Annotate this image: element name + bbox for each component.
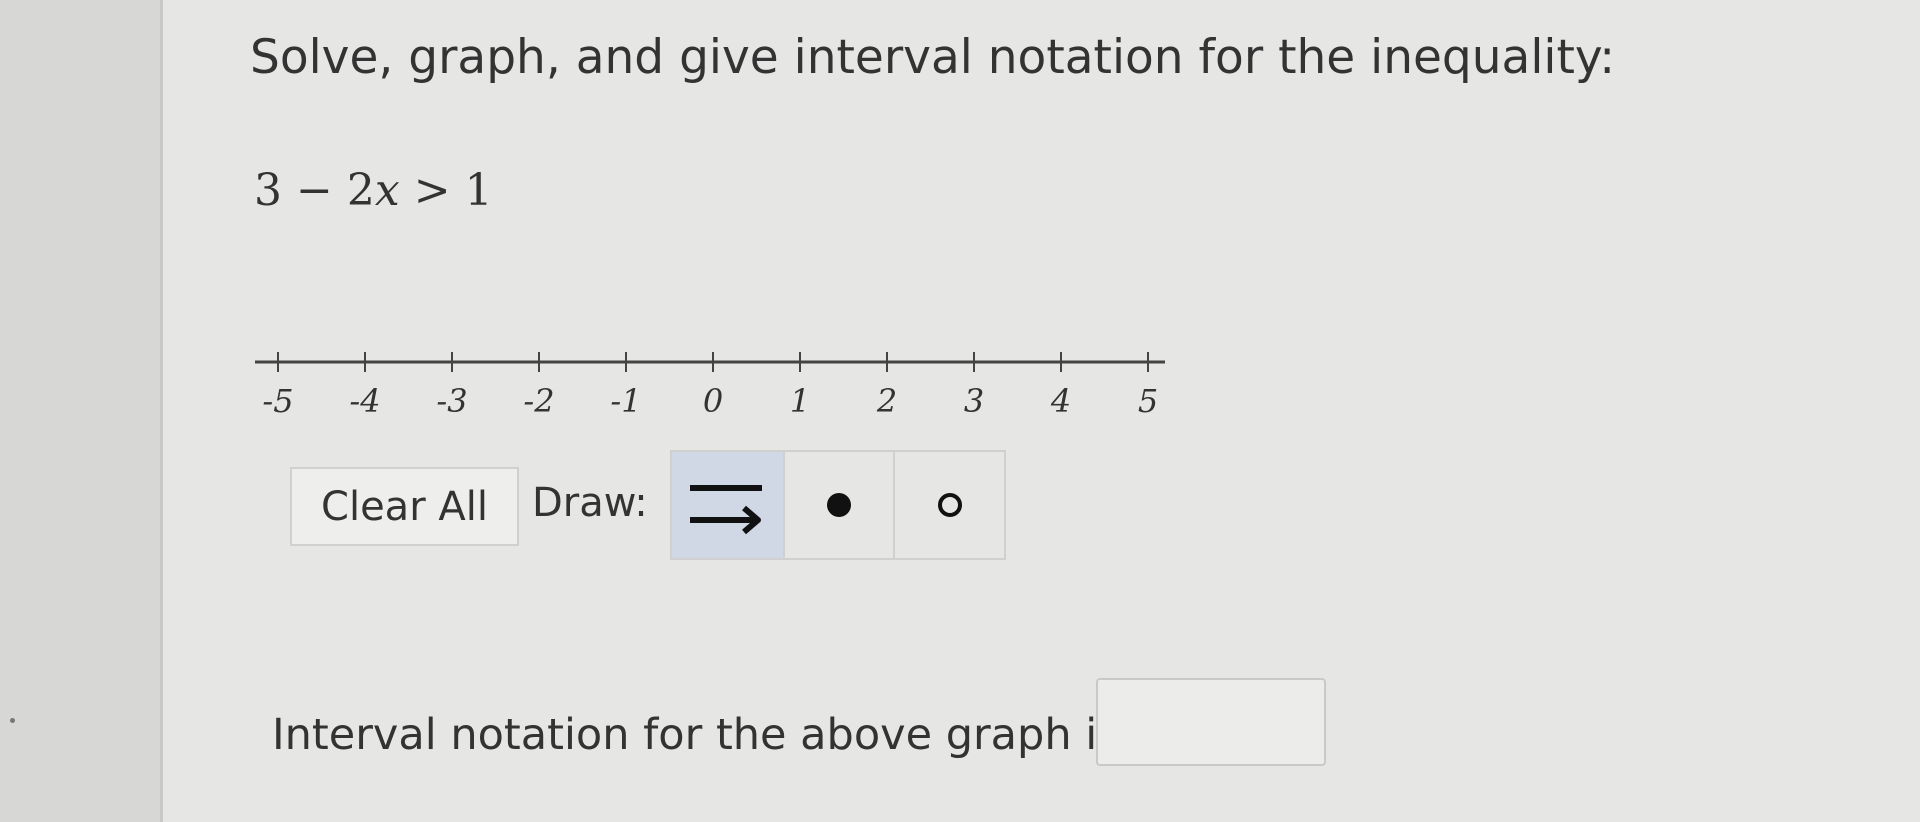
tick-label: -5 — [262, 382, 293, 420]
filled-circle-icon — [826, 493, 851, 517]
equation-rhs: 1 — [464, 165, 493, 216]
tick-label: 1 — [790, 382, 810, 420]
tick-label: -1 — [610, 382, 641, 420]
tick-label: 4 — [1050, 382, 1071, 420]
equation-relation: > — [413, 165, 451, 216]
bullet-marker — [10, 718, 15, 723]
equation-lhs-constant: 3 — [254, 165, 282, 216]
question-prompt: Solve, graph, and give interval notation… — [250, 30, 1616, 85]
draw-label: Draw: — [532, 480, 648, 526]
equation-coefficient: 2 — [346, 165, 375, 216]
draw-tools — [670, 450, 1006, 560]
ray-arrow-icon — [690, 485, 763, 535]
interval-notation-input[interactable] — [1096, 678, 1326, 766]
tick-label: -4 — [349, 382, 380, 420]
tick-label: -2 — [523, 382, 554, 420]
interval-notation-label: Interval notation for the above graph is — [272, 710, 1120, 760]
closed-dot-tool-button[interactable] — [782, 452, 894, 558]
equation-minus: − — [296, 165, 333, 216]
tick-label: 5 — [1138, 382, 1158, 420]
tick-label: 0 — [703, 382, 723, 420]
tick-label: 3 — [964, 382, 984, 420]
open-circle-icon — [937, 493, 962, 517]
equation-variable: x — [374, 165, 400, 216]
open-dot-tool-button[interactable] — [893, 452, 1004, 558]
question-content: Solve, graph, and give interval notation… — [250, 0, 1750, 822]
left-margin-panel — [0, 0, 163, 822]
ray-tool-button[interactable] — [672, 452, 783, 558]
number-line-graph[interactable]: -5 -4 -3 -2 -1 0 1 2 3 4 5 — [250, 340, 1170, 430]
tick-label: -3 — [436, 382, 467, 420]
clear-all-button[interactable]: Clear All — [290, 467, 519, 546]
inequality-equation: 3 − 2x > 1 — [254, 165, 493, 216]
tick-label: 2 — [876, 382, 897, 420]
